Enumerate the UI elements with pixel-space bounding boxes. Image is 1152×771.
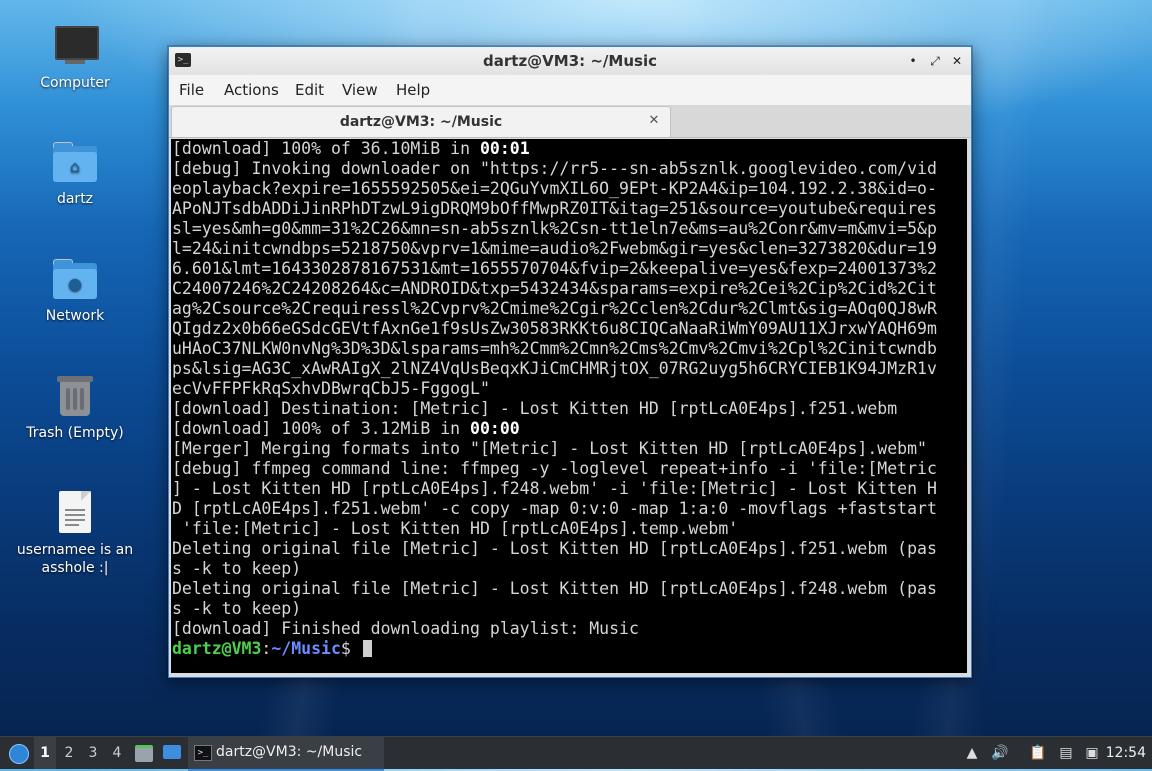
- prompt-symbol: $: [340, 639, 361, 658]
- terminal-line: eoplayback?expire=1655592505&ei=2QGuYvmX…: [172, 179, 937, 198]
- terminal-line: ps&lsig=AG3C_xAwRAIgX_2lNZ4VqUsBeqxKJiCm…: [172, 359, 937, 378]
- text-file-icon: [51, 489, 99, 537]
- terminal-task-icon: >_: [194, 745, 212, 761]
- terminal-line: 6.601&lmt=1643302878167531&mt=1655570704…: [172, 259, 937, 278]
- lubuntu-logo-icon: [9, 744, 29, 764]
- start-menu-button[interactable]: [2, 737, 32, 769]
- terminal-output[interactable]: [download] 100% of 36.10MiB in 00:01 [de…: [171, 139, 967, 673]
- workspace-1[interactable]: 1: [34, 737, 56, 769]
- terminal-line: s -k to keep): [172, 599, 302, 618]
- clock[interactable]: 12:54: [1106, 737, 1146, 769]
- menu-bar: File Actions Edit View Help: [169, 75, 971, 105]
- terminal-line: QIgdz2x0b66eGSdcGEVtfAxnGe1f9sUsZw30583R…: [172, 319, 937, 338]
- notification-icon[interactable]: ▣: [1082, 743, 1102, 763]
- file-manager-icon: [135, 745, 153, 762]
- terminal-line: [download] Destination: [Metric] - Lost …: [172, 399, 898, 418]
- computer-icon: [51, 22, 99, 70]
- clipboard-icon[interactable]: 📋: [1028, 743, 1048, 763]
- desktop-icon-label: Computer: [40, 75, 110, 91]
- desktop-icon-trash[interactable]: Trash (Empty): [10, 372, 140, 442]
- volume-icon[interactable]: 🔊: [990, 743, 1010, 763]
- menu-actions[interactable]: Actions: [224, 75, 279, 105]
- tab-bar: dartz@VM3: ~/Music ✕: [169, 105, 971, 138]
- menu-edit[interactable]: Edit: [295, 75, 324, 105]
- terminal-line: ] - Lost Kitten HD [rptLcA0E4ps].f248.we…: [172, 479, 937, 498]
- show-desktop-icon: [163, 745, 181, 759]
- workspace-3[interactable]: 3: [82, 737, 104, 769]
- desktop-icon-label: usernamee is an asshole :|: [16, 542, 134, 576]
- window-titlebar[interactable]: >_ dartz@VM3: ~/Music • ⤢ ✕: [169, 47, 971, 76]
- tab-close-button[interactable]: ✕: [646, 113, 662, 129]
- desktop-icon-textfile[interactable]: usernamee is an asshole :|: [10, 489, 140, 577]
- terminal-line: 'file:[Metric] - Lost Kitten HD [rptLcA0…: [172, 519, 739, 538]
- terminal-line: l=24&initcwndbps=5218750&vprv=1&mime=aud…: [172, 239, 937, 258]
- terminal-line: [Merger] Merging formats into "[Metric] …: [172, 439, 927, 458]
- terminal-line: [debug] ffmpeg command line: ffmpeg -y -…: [172, 459, 937, 478]
- terminal-line: [debug] Invoking downloader on "https://…: [172, 159, 937, 178]
- terminal-line: C24007246%2C24208264&c=ANDROID&txp=54324…: [172, 279, 937, 298]
- minimize-button[interactable]: •: [903, 51, 923, 71]
- trash-icon: [51, 372, 99, 420]
- desktop-icon-home[interactable]: ⌂ dartz: [10, 138, 140, 208]
- tab-label: dartz@VM3: ~/Music: [339, 114, 503, 130]
- desktop-icon-computer[interactable]: Computer: [10, 22, 140, 92]
- terminal-line: D [rptLcA0E4ps].f251.webm' -c copy -map …: [172, 499, 937, 518]
- prompt-path: ~/Music: [271, 639, 341, 658]
- terminal-line: ecVvFFPFkRqSxhvDBwrqCbJ5-FggogL": [172, 379, 490, 398]
- menu-view[interactable]: View: [342, 75, 378, 105]
- workspace-4[interactable]: 4: [106, 737, 128, 769]
- window-title: dartz@VM3: ~/Music: [483, 52, 657, 70]
- desktop-icon-label: dartz: [56, 191, 94, 207]
- terminal-line: ag%2Csource%2Crequiressl%2Cvprv%2Cmime%2…: [172, 299, 937, 318]
- prompt-separator: :: [261, 639, 272, 658]
- terminal-prompt[interactable]: dartz@VM3:~/Music$: [171, 639, 967, 659]
- terminal-window[interactable]: >_ dartz@VM3: ~/Music • ⤢ ✕ File Actions…: [168, 46, 972, 678]
- text-cursor: [362, 640, 372, 657]
- terminal-line: s -k to keep): [172, 559, 302, 578]
- maximize-button[interactable]: ⤢: [925, 51, 945, 71]
- terminal-line: [download] 100% of 3.12MiB in 00:00: [172, 419, 520, 438]
- terminal-line: APoNJTsdbADDiJinRPhDTzwL9igDRQM9bOffMwpR…: [172, 199, 937, 218]
- show-desktop-button[interactable]: [160, 737, 184, 769]
- taskbar-task-terminal[interactable]: >_ dartz@VM3: ~/Music: [188, 737, 384, 771]
- menu-file[interactable]: File: [179, 75, 204, 105]
- terminal-line: Deleting original file [Metric] - Lost K…: [172, 579, 937, 598]
- desktop-icon-label: Network: [45, 308, 105, 324]
- terminal-line: [download] 100% of 36.10MiB in 00:01: [172, 139, 530, 158]
- desktop-icon-network[interactable]: ● Network: [10, 255, 140, 325]
- close-button[interactable]: ✕: [947, 51, 967, 71]
- workspace-2[interactable]: 2: [58, 737, 80, 769]
- tray-expander-icon[interactable]: ▲: [962, 743, 982, 763]
- terminal-line: sl=yes&mh=g0&mm=31%2C26&mn=sn-ab5sznlk%2…: [172, 219, 937, 238]
- terminal-line: uHAoC37NLKW0nvNg%3D%3D&lsparams=mh%2Cmm%…: [172, 339, 937, 358]
- task-label: dartz@VM3: ~/Music: [216, 744, 363, 760]
- home-folder-icon: ⌂: [51, 138, 99, 186]
- tab-terminal[interactable]: dartz@VM3: ~/Music ✕: [171, 106, 671, 137]
- network-folder-icon: ●: [51, 255, 99, 303]
- taskbar: 1 2 3 4 >_ dartz@VM3: ~/Music ▲ 🔊 📋 ▤ ▣ …: [0, 736, 1152, 771]
- terminal-line: Deleting original file [Metric] - Lost K…: [172, 539, 937, 558]
- file-manager-launcher[interactable]: [132, 737, 156, 769]
- network-icon[interactable]: ▤: [1056, 743, 1076, 763]
- menu-help[interactable]: Help: [396, 75, 430, 105]
- terminal-line: [download] Finished downloading playlist…: [172, 619, 639, 638]
- prompt-user-host: dartz@VM3: [172, 639, 262, 658]
- desktop-icon-label: Trash (Empty): [26, 425, 124, 441]
